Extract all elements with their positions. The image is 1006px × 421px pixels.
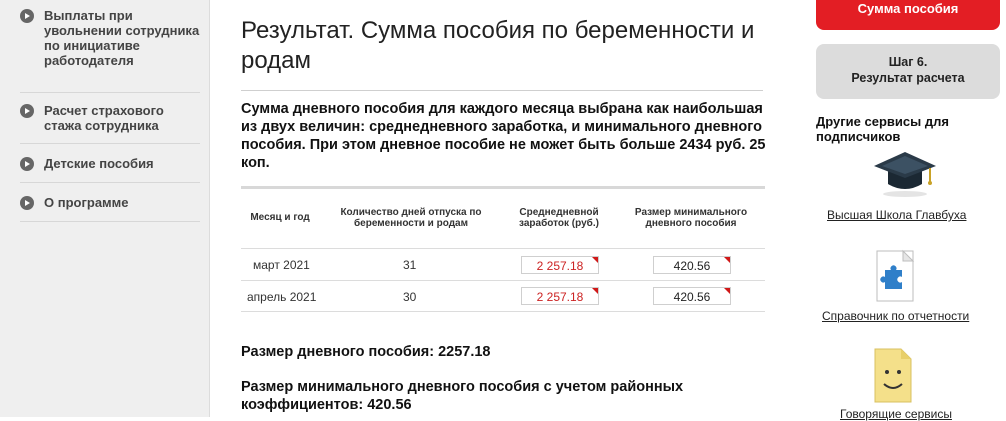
avg-earnings-value: 2 257.18 xyxy=(536,290,584,304)
sidebar-item-insurance-experience[interactable]: Расчет страхового стажа сотрудника xyxy=(20,103,200,144)
avg-earnings-field[interactable]: 2 257.18 xyxy=(521,287,599,305)
row-divider xyxy=(241,311,765,312)
arrow-bullet-icon xyxy=(20,157,34,171)
min-benefit-value: 420.56 xyxy=(673,259,711,273)
step-title: Результат расчета xyxy=(851,71,965,85)
row-days: 30 xyxy=(403,290,417,304)
column-header-avg-earnings: Среднедневной заработок (руб.) xyxy=(519,207,599,229)
row-divider xyxy=(241,248,765,249)
row-month: март 2021 xyxy=(253,258,310,272)
min-benefit-field[interactable]: 420.56 xyxy=(653,287,731,305)
sidebar-item-label: Выплаты при увольнении сотрудника по ини… xyxy=(44,8,200,68)
sidebar-item-label: О программе xyxy=(44,195,129,210)
avg-earnings-field[interactable]: 2 257.18 xyxy=(521,256,599,274)
min-benefit-field[interactable]: 420.56 xyxy=(653,256,731,274)
puzzle-document-icon[interactable] xyxy=(873,248,917,309)
column-header-min-benefit: Размер минимального дневного пособия xyxy=(634,207,748,229)
benefit-amount-button[interactable]: Сумма пособия xyxy=(816,0,1000,30)
avg-earnings-value: 2 257.18 xyxy=(536,259,584,273)
table-top-divider xyxy=(241,186,765,189)
service-link-govoryashchie[interactable]: Говорящие сервисы xyxy=(840,407,952,421)
corner-marker-icon xyxy=(724,257,730,263)
sidebar-item-about[interactable]: О программе xyxy=(20,195,200,222)
column-header-days: Количество дней отпуска по беременности … xyxy=(340,207,482,229)
sidebar-item-label: Расчет страхового стажа сотрудника xyxy=(44,103,164,133)
row-divider xyxy=(241,280,765,281)
right-column: Сумма пособия Шаг 6. Результат расчета Д… xyxy=(797,0,1006,421)
step-6-button[interactable]: Шаг 6. Результат расчета xyxy=(816,44,1000,99)
graduation-cap-icon[interactable] xyxy=(872,148,938,203)
daily-benefit-result: Размер дневного пособия: 2257.18 xyxy=(241,344,491,360)
corner-marker-icon xyxy=(592,257,598,263)
service-link-vysshaya-shkola[interactable]: Высшая Школа Главбуха xyxy=(827,208,966,222)
corner-marker-icon xyxy=(592,288,598,294)
column-header-month: Месяц и год xyxy=(250,212,310,223)
sidebar-item-label: Детские пособия xyxy=(44,156,154,171)
min-benefit-value: 420.56 xyxy=(673,290,711,304)
service-link-spravochnik[interactable]: Справочник по отчетности xyxy=(822,309,969,323)
arrow-bullet-icon xyxy=(20,104,34,118)
divider xyxy=(241,90,763,91)
row-days: 31 xyxy=(403,258,417,272)
sidebar-item-child-benefits[interactable]: Детские пособия xyxy=(20,156,200,183)
other-services-heading: Другие сервисы для подписчиков xyxy=(816,114,949,144)
arrow-bullet-icon xyxy=(20,196,34,210)
sidebar-item-dismissal-payments[interactable]: Выплаты при увольнении сотрудника по ини… xyxy=(20,8,200,93)
corner-marker-icon xyxy=(724,288,730,294)
left-sidebar: Выплаты при увольнении сотрудника по ини… xyxy=(0,0,210,417)
step-number: Шаг 6. xyxy=(888,55,928,69)
arrow-bullet-icon xyxy=(20,9,34,23)
min-benefit-result: Размер минимального дневного пособия с у… xyxy=(241,379,684,413)
result-description: Сумма дневного пособия для каждого месяц… xyxy=(241,101,766,171)
row-month: апрель 2021 xyxy=(247,290,317,304)
smiling-document-icon[interactable] xyxy=(871,346,915,409)
page-title: Результат. Сумма пособия по беременности… xyxy=(241,17,755,74)
